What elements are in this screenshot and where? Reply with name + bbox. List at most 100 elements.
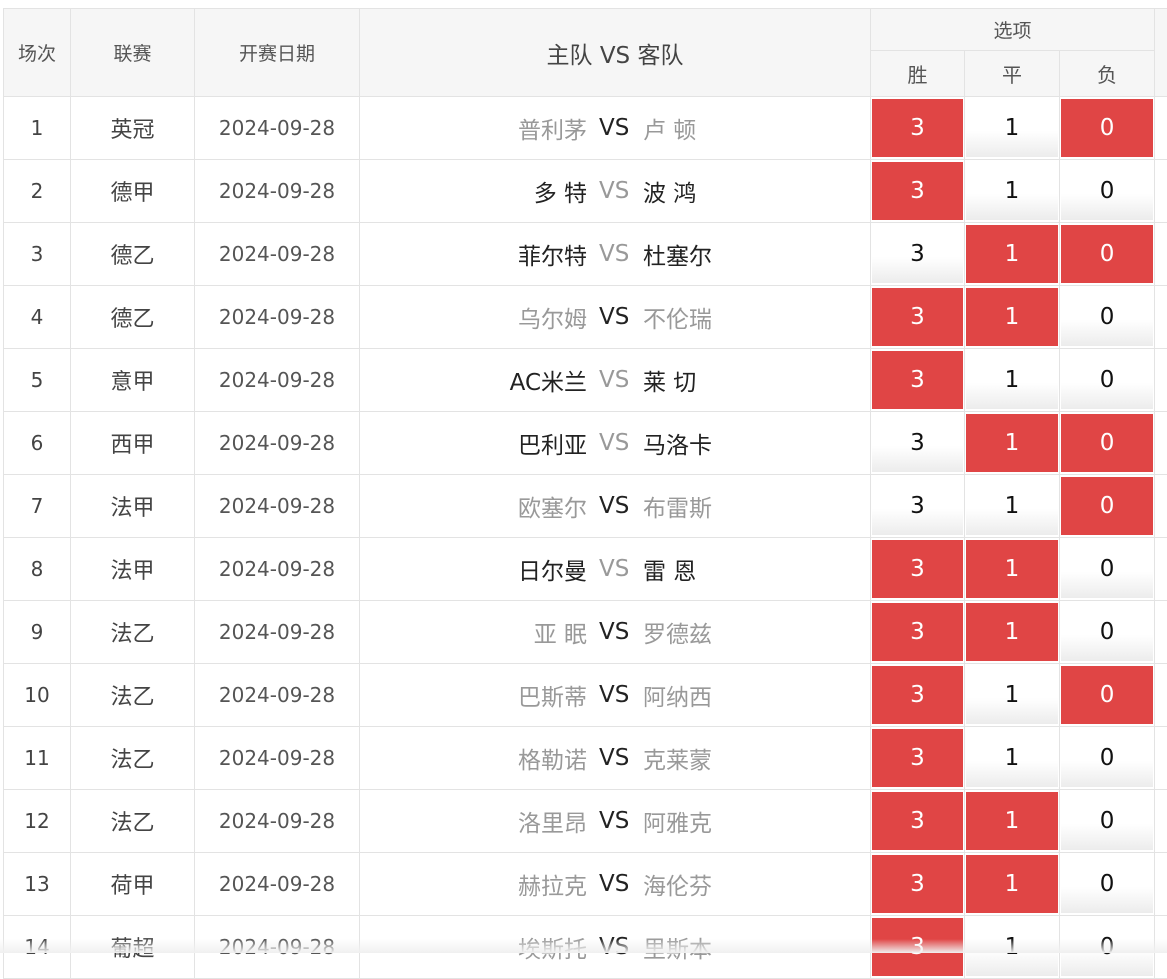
option-win-button[interactable]: 3	[872, 351, 963, 409]
row-spacer	[1155, 286, 1167, 349]
option-win-cell[interactable]: 3	[871, 349, 965, 412]
option-win-button[interactable]: 3	[872, 162, 963, 220]
match-cell: 日尔曼VS雷 恩	[360, 538, 871, 601]
option-loss-button[interactable]: 0	[1061, 162, 1153, 220]
away-team: 阿纳西	[629, 678, 870, 712]
option-draw-cell[interactable]: 1	[965, 97, 1060, 160]
option-win-button[interactable]: 3	[872, 225, 963, 283]
option-draw-cell[interactable]: 1	[965, 538, 1060, 601]
option-win-cell[interactable]: 3	[871, 160, 965, 223]
option-loss-cell[interactable]: 0	[1060, 853, 1155, 916]
table-row: 6西甲2024-09-28巴利亚VS马洛卡310	[4, 412, 1167, 475]
match-date: 2024-09-28	[195, 853, 360, 916]
option-win-button[interactable]: 3	[872, 99, 963, 157]
option-draw-cell[interactable]: 1	[965, 475, 1060, 538]
league-name: 法乙	[71, 790, 195, 853]
option-win-cell[interactable]: 3	[871, 412, 965, 475]
option-loss-cell[interactable]: 0	[1060, 286, 1155, 349]
round-number: 5	[4, 349, 71, 412]
option-loss-cell[interactable]: 0	[1060, 727, 1155, 790]
option-win-button[interactable]: 3	[872, 729, 963, 787]
option-draw-cell[interactable]: 1	[965, 601, 1060, 664]
option-win-button[interactable]: 3	[872, 603, 963, 661]
option-loss-cell[interactable]: 0	[1060, 412, 1155, 475]
option-draw-button[interactable]: 1	[966, 414, 1058, 472]
option-loss-button[interactable]: 0	[1061, 477, 1153, 535]
option-draw-button[interactable]: 1	[966, 225, 1058, 283]
option-draw-button[interactable]: 1	[966, 288, 1058, 346]
round-number: 8	[4, 538, 71, 601]
option-loss-button[interactable]: 0	[1061, 99, 1153, 157]
round-number: 6	[4, 412, 71, 475]
option-win-cell[interactable]: 3	[871, 664, 965, 727]
option-draw-cell[interactable]: 1	[965, 223, 1060, 286]
option-loss-cell[interactable]: 0	[1060, 601, 1155, 664]
option-loss-cell[interactable]: 0	[1060, 538, 1155, 601]
round-number: 3	[4, 223, 71, 286]
option-win-cell[interactable]: 3	[871, 223, 965, 286]
option-loss-cell[interactable]: 0	[1060, 664, 1155, 727]
option-win-cell[interactable]: 3	[871, 601, 965, 664]
option-loss-button[interactable]: 0	[1061, 666, 1153, 724]
row-spacer	[1155, 223, 1167, 286]
option-draw-button[interactable]: 1	[966, 792, 1058, 850]
option-win-button[interactable]: 3	[872, 540, 963, 598]
option-loss-button[interactable]: 0	[1061, 855, 1153, 913]
option-draw-button[interactable]: 1	[966, 351, 1058, 409]
option-draw-cell[interactable]: 1	[965, 286, 1060, 349]
option-loss-button[interactable]: 0	[1061, 729, 1153, 787]
option-win-cell[interactable]: 3	[871, 727, 965, 790]
option-draw-button[interactable]: 1	[966, 729, 1058, 787]
option-draw-button[interactable]: 1	[966, 666, 1058, 724]
option-loss-button[interactable]: 0	[1061, 225, 1153, 283]
away-team: 不伦瑞	[629, 300, 870, 334]
option-draw-cell[interactable]: 1	[965, 790, 1060, 853]
home-team: 乌尔姆	[360, 300, 599, 334]
option-draw-button[interactable]: 1	[966, 162, 1058, 220]
away-team: 阿雅克	[629, 804, 870, 838]
option-win-button[interactable]: 3	[872, 288, 963, 346]
option-loss-cell[interactable]: 0	[1060, 349, 1155, 412]
option-draw-cell[interactable]: 1	[965, 727, 1060, 790]
option-loss-button[interactable]: 0	[1061, 288, 1153, 346]
option-loss-button[interactable]: 0	[1061, 792, 1153, 850]
option-win-cell[interactable]: 3	[871, 286, 965, 349]
option-draw-cell[interactable]: 1	[965, 349, 1060, 412]
option-loss-cell[interactable]: 0	[1060, 160, 1155, 223]
option-loss-button[interactable]: 0	[1061, 603, 1153, 661]
option-win-cell[interactable]: 3	[871, 475, 965, 538]
option-draw-button[interactable]: 1	[966, 99, 1058, 157]
match-date: 2024-09-28	[195, 97, 360, 160]
option-win-button[interactable]: 3	[872, 666, 963, 724]
option-draw-button[interactable]: 1	[966, 477, 1058, 535]
option-loss-button[interactable]: 0	[1061, 414, 1153, 472]
option-draw-button[interactable]: 1	[966, 540, 1058, 598]
option-draw-cell[interactable]: 1	[965, 853, 1060, 916]
option-draw-cell[interactable]: 1	[965, 160, 1060, 223]
option-draw-cell[interactable]: 1	[965, 412, 1060, 475]
option-win-button[interactable]: 3	[872, 792, 963, 850]
option-win-cell[interactable]: 3	[871, 97, 965, 160]
option-win-button[interactable]: 3	[872, 477, 963, 535]
option-win-button[interactable]: 3	[872, 855, 963, 913]
option-loss-cell[interactable]: 0	[1060, 475, 1155, 538]
match-cell: 格勒诺VS克莱蒙	[360, 727, 871, 790]
match-cell: 多 特VS波 鸿	[360, 160, 871, 223]
option-loss-cell[interactable]: 0	[1060, 223, 1155, 286]
round-number: 7	[4, 475, 71, 538]
option-win-button[interactable]: 3	[872, 414, 963, 472]
round-number: 4	[4, 286, 71, 349]
match-date: 2024-09-28	[195, 538, 360, 601]
option-draw-cell[interactable]: 1	[965, 664, 1060, 727]
option-win-cell[interactable]: 3	[871, 853, 965, 916]
home-team: 赫拉克	[360, 867, 599, 901]
option-loss-cell[interactable]: 0	[1060, 790, 1155, 853]
option-loss-button[interactable]: 0	[1061, 351, 1153, 409]
option-win-cell[interactable]: 3	[871, 538, 965, 601]
option-draw-button[interactable]: 1	[966, 855, 1058, 913]
option-win-cell[interactable]: 3	[871, 790, 965, 853]
option-loss-button[interactable]: 0	[1061, 540, 1153, 598]
league-name: 德甲	[71, 160, 195, 223]
option-draw-button[interactable]: 1	[966, 603, 1058, 661]
option-loss-cell[interactable]: 0	[1060, 97, 1155, 160]
